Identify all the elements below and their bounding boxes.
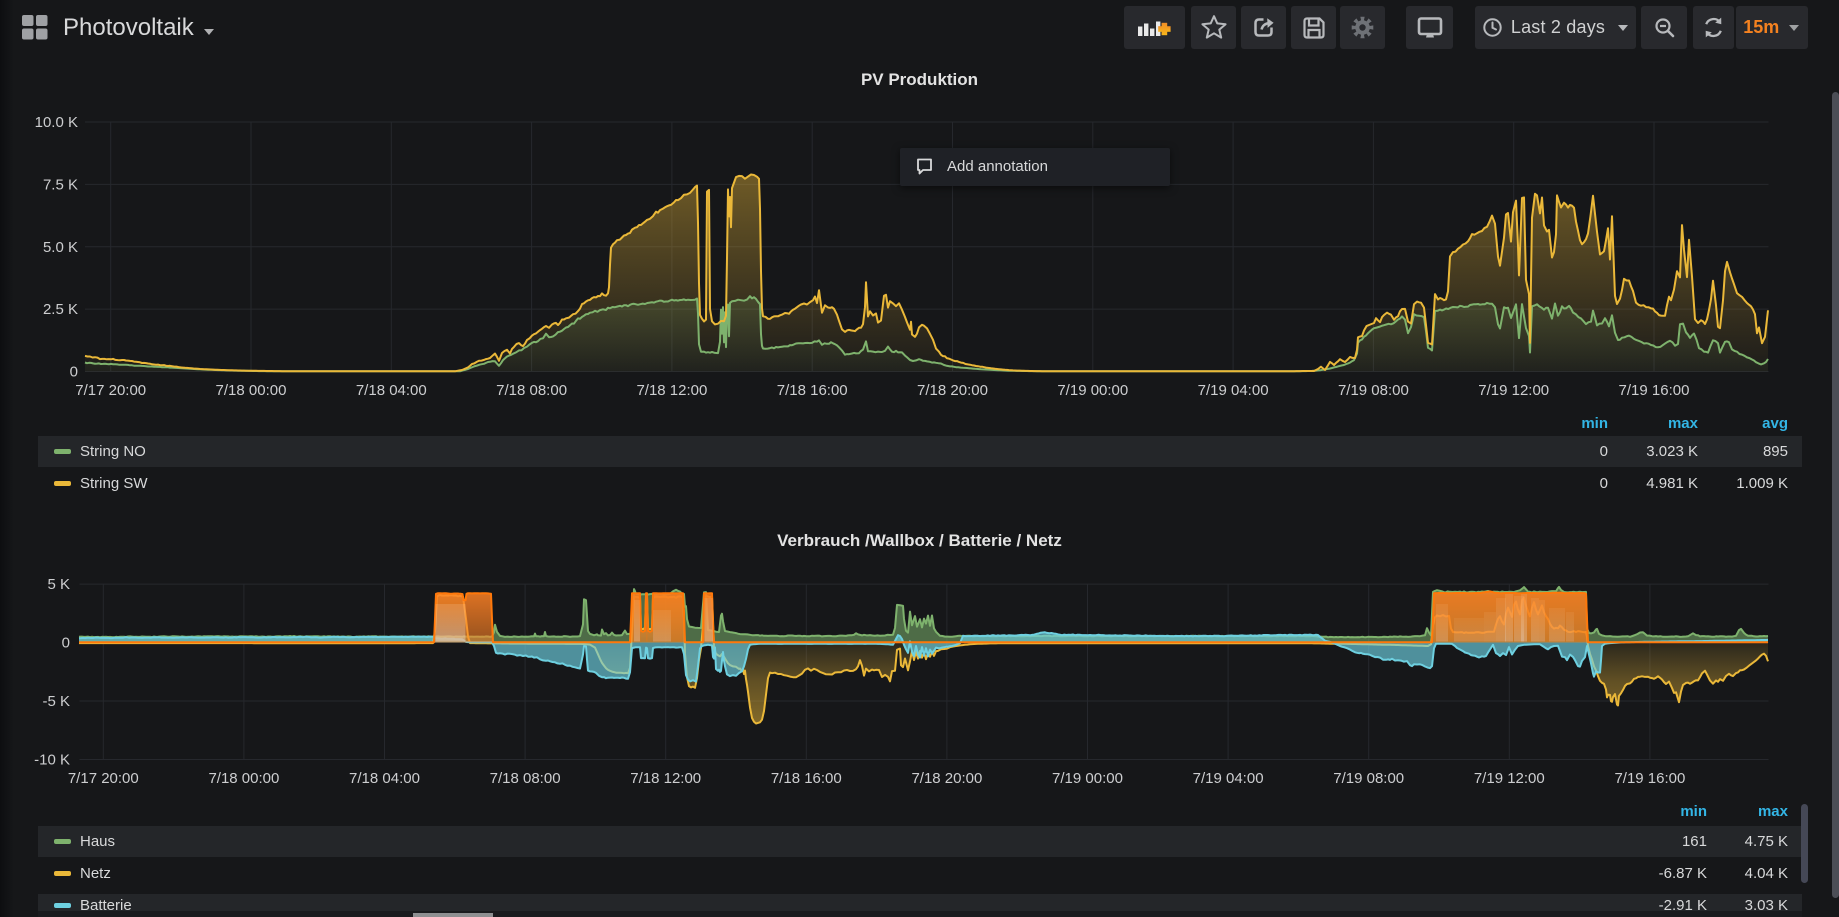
svg-text:7/19 16:00: 7/19 16:00: [1619, 382, 1690, 399]
svg-text:10.0 K: 10.0 K: [35, 114, 78, 131]
svg-text:7/19 00:00: 7/19 00:00: [1057, 382, 1128, 399]
svg-text:-10 K: -10 K: [34, 752, 70, 769]
svg-text:7/17 20:00: 7/17 20:00: [68, 770, 139, 787]
svg-text:7/19 00:00: 7/19 00:00: [1052, 770, 1123, 787]
svg-text:5 K: 5 K: [47, 576, 70, 593]
svg-text:7/17 20:00: 7/17 20:00: [75, 382, 146, 399]
svg-text:7/18 08:00: 7/18 08:00: [490, 770, 561, 787]
svg-text:7/18 04:00: 7/18 04:00: [349, 770, 420, 787]
svg-text:0: 0: [70, 364, 78, 381]
svg-text:7/18 04:00: 7/18 04:00: [356, 382, 427, 399]
svg-text:7/18 00:00: 7/18 00:00: [208, 770, 279, 787]
svg-text:7.5 K: 7.5 K: [43, 176, 78, 193]
svg-text:7/18 16:00: 7/18 16:00: [771, 770, 842, 787]
svg-text:7/19 08:00: 7/19 08:00: [1338, 382, 1409, 399]
svg-text:0: 0: [62, 635, 70, 652]
svg-text:7/19 12:00: 7/19 12:00: [1474, 770, 1545, 787]
svg-text:7/18 20:00: 7/18 20:00: [917, 382, 988, 399]
svg-text:7/18 12:00: 7/18 12:00: [636, 382, 707, 399]
svg-text:7/18 00:00: 7/18 00:00: [216, 382, 287, 399]
svg-text:-5 K: -5 K: [42, 693, 70, 710]
svg-text:7/19 08:00: 7/19 08:00: [1333, 770, 1404, 787]
svg-text:7/18 08:00: 7/18 08:00: [496, 382, 567, 399]
svg-text:7/19 16:00: 7/19 16:00: [1614, 770, 1685, 787]
svg-text:7/18 12:00: 7/18 12:00: [630, 770, 701, 787]
svg-text:5.0 K: 5.0 K: [43, 239, 78, 256]
svg-text:7/18 20:00: 7/18 20:00: [911, 770, 982, 787]
svg-text:7/19 04:00: 7/19 04:00: [1198, 382, 1269, 399]
svg-text:7/18 16:00: 7/18 16:00: [777, 382, 848, 399]
svg-text:2.5 K: 2.5 K: [43, 301, 78, 318]
svg-text:7/19 12:00: 7/19 12:00: [1478, 382, 1549, 399]
svg-text:7/19 04:00: 7/19 04:00: [1193, 770, 1264, 787]
